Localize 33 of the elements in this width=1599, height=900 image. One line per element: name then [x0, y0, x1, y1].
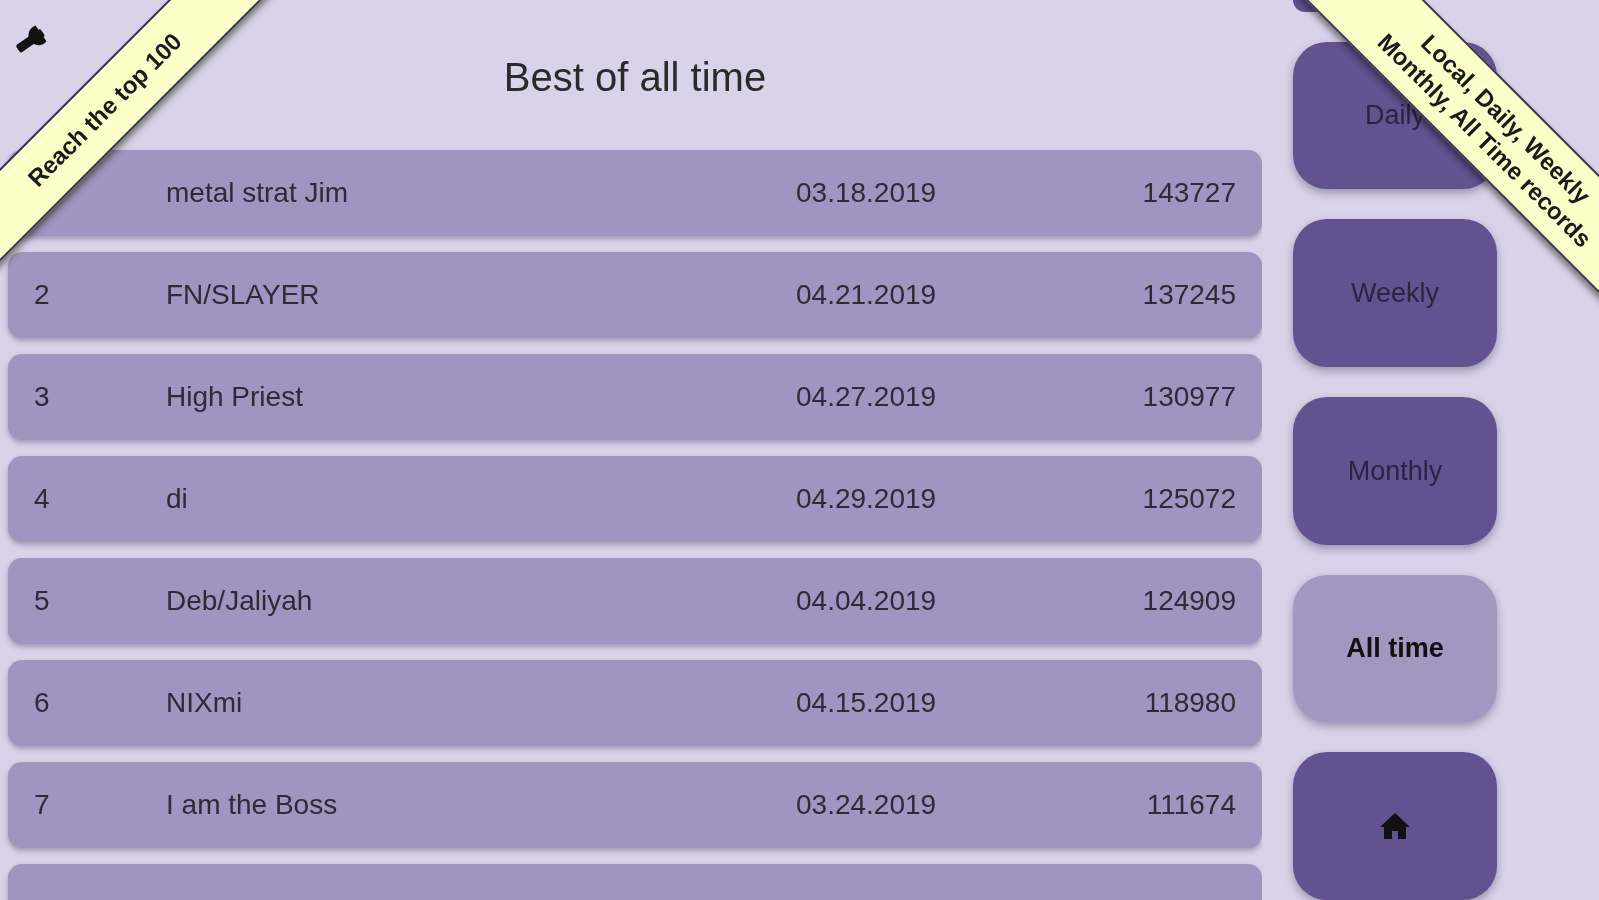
rank-cell-text: 5 — [33, 584, 51, 618]
rank-cell-text: 2 — [33, 278, 51, 312]
player-name: FN/SLAYER — [166, 278, 321, 312]
period-tab[interactable]: All time — [1293, 574, 1497, 723]
player-name: I am the Boss — [166, 788, 339, 822]
rank-cell-text: 6 — [33, 686, 51, 720]
player-name: di — [166, 482, 189, 516]
rank-cell-text: 3 — [33, 380, 51, 414]
date-cell-text: 03.18.2019 — [796, 176, 938, 210]
score-cell-text: 137245 — [1141, 278, 1237, 312]
score-cell-text: 118980 — [1143, 686, 1237, 720]
home-button[interactable] — [1293, 752, 1497, 900]
page-title: Best of all time — [503, 54, 767, 101]
score-cell-text: 124909 — [1141, 584, 1237, 618]
score-cell-text: 130977 — [1141, 380, 1237, 414]
score-cell-text: 111674 — [1145, 788, 1237, 822]
player-name: High Priest — [166, 380, 304, 414]
date-cell-text: 04.04.2019 — [796, 584, 938, 618]
home-icon — [1378, 811, 1412, 842]
date-cell-text: 04.27.2019 — [796, 380, 938, 414]
period-tab[interactable]: Monthly — [1293, 397, 1497, 545]
rank-cell-text: 4 — [33, 482, 51, 516]
date-cell-text: 04.29.2019 — [796, 482, 938, 516]
player-name: metal strat Jim — [166, 176, 350, 210]
player-name: Deb/Jaliyah — [166, 584, 314, 618]
period-tab[interactable]: Weekly — [1293, 219, 1497, 367]
score-cell-text: 125072 — [1141, 482, 1237, 516]
date-cell-text: 04.15.2019 — [796, 686, 938, 720]
player-name: NIXmi — [166, 686, 244, 720]
date-cell-text: 03.24.2019 — [796, 788, 938, 822]
rank-cell-text: 7 — [33, 788, 51, 822]
score-cell-text: 143727 — [1141, 176, 1237, 210]
date-cell-text: 04.21.2019 — [796, 278, 938, 312]
